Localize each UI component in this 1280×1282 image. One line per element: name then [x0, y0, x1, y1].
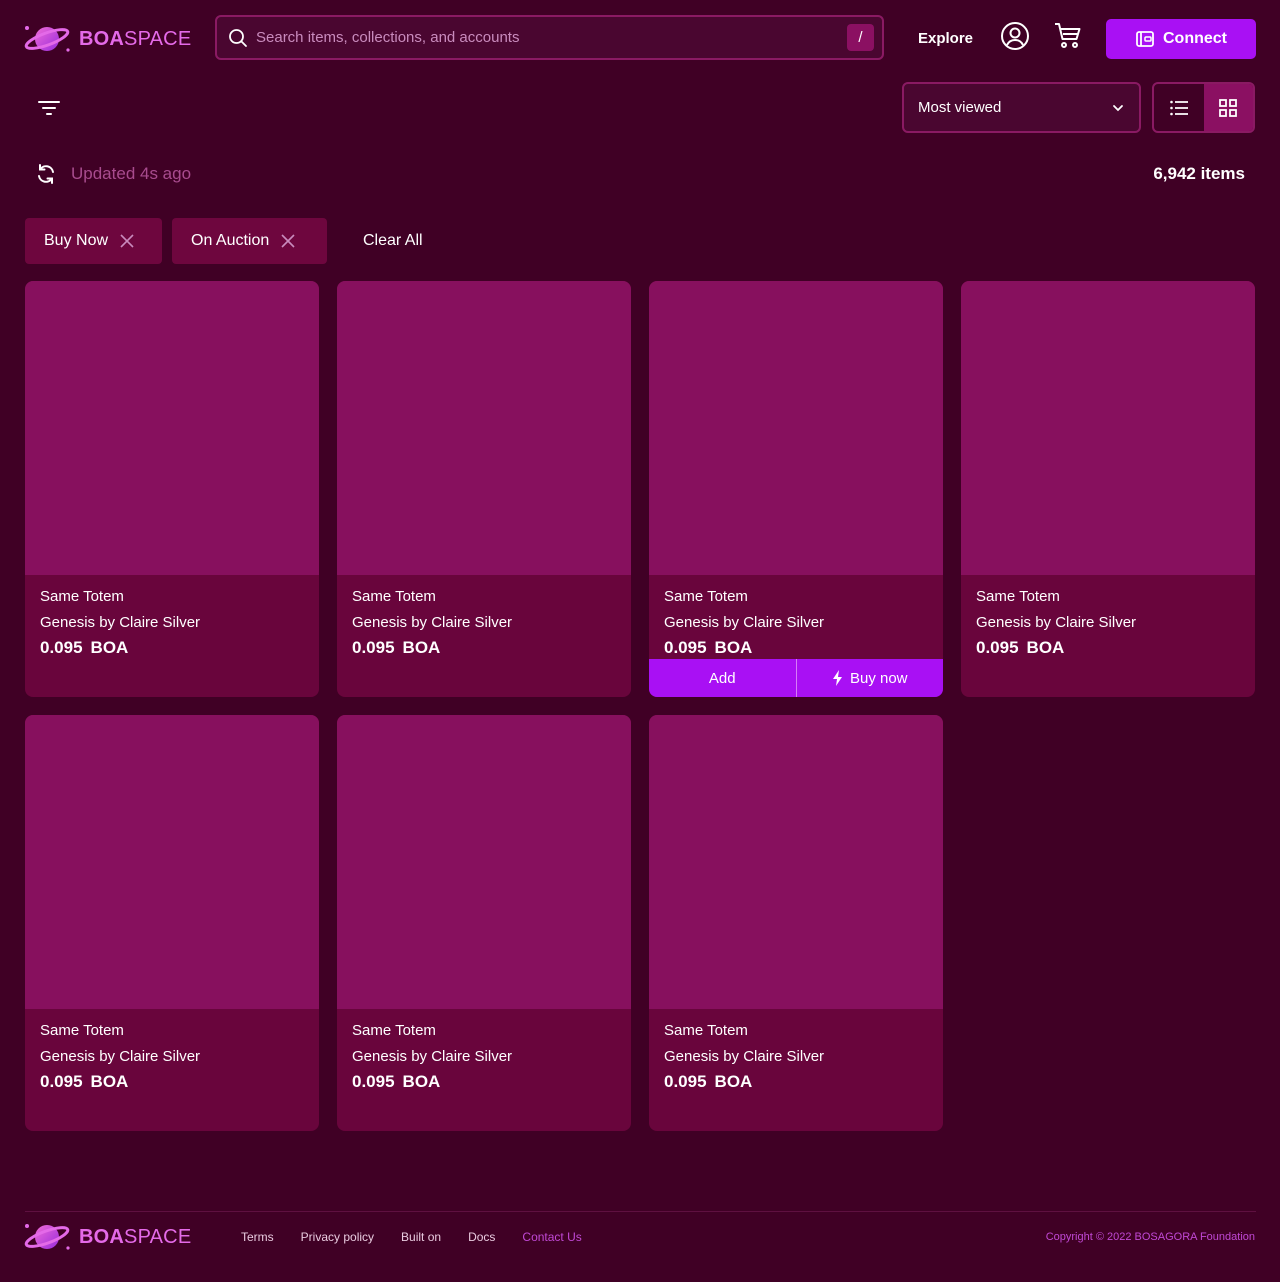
nft-collection: Genesis by Claire Silver — [40, 614, 201, 631]
nft-name: Same Totem — [664, 588, 748, 605]
nft-card[interactable]: Same Totem Genesis by Claire Silver 0.09… — [649, 715, 943, 1131]
nft-card[interactable]: Same Totem Genesis by Claire Silver 0.09… — [337, 281, 631, 697]
nft-name: Same Totem — [40, 588, 124, 605]
nft-name: Same Totem — [664, 1022, 748, 1039]
nft-price: 0.095 BOA — [40, 1072, 129, 1091]
nft-price: 0.095 BOA — [40, 638, 129, 657]
chevron-down-icon — [1113, 104, 1123, 111]
nft-card[interactable]: Same Totem Genesis by Claire Silver 0.09… — [337, 715, 631, 1131]
search-icon — [229, 28, 247, 47]
nft-price: 0.095 BOA — [352, 1072, 441, 1091]
refresh-status[interactable]: Updated 4s ago — [35, 163, 191, 185]
grid-view-button[interactable] — [1203, 84, 1253, 131]
search-bar[interactable]: / — [215, 15, 884, 60]
nft-price: 0.095 BOA — [664, 1072, 753, 1091]
list-view-button[interactable] — [1154, 84, 1204, 131]
footer-link-built-on[interactable]: Built on — [401, 1230, 441, 1244]
chip-label: Buy Now — [44, 232, 109, 249]
clear-all-button[interactable]: Clear All — [363, 232, 423, 250]
nft-name: Same Totem — [976, 588, 1060, 605]
footer-link-contact[interactable]: Contact Us — [522, 1230, 581, 1244]
nft-image — [25, 715, 319, 1009]
nft-name: Same Totem — [352, 1022, 436, 1039]
lightning-icon — [832, 670, 842, 686]
brand-logo[interactable]: BOASPACE — [23, 22, 191, 56]
connect-label: Connect — [1163, 30, 1227, 47]
footer-link-docs[interactable]: Docs — [468, 1230, 495, 1244]
sort-selected-value: Most viewed — [918, 99, 1002, 116]
nft-price: 0.095 BOA — [352, 638, 441, 657]
footer-link-terms[interactable]: Terms — [241, 1230, 274, 1244]
nft-collection: Genesis by Claire Silver — [976, 614, 1137, 631]
nft-image — [337, 715, 631, 1009]
close-icon[interactable] — [120, 234, 134, 248]
user-account-icon[interactable] — [1000, 21, 1030, 51]
brand-name: BOASPACE — [79, 27, 192, 50]
chip-label: On Auction — [191, 232, 270, 249]
nft-price: 0.095 BOA — [976, 638, 1065, 657]
connect-wallet-button[interactable]: Connect — [1106, 19, 1256, 59]
footer-divider — [25, 1211, 1256, 1212]
nft-card[interactable]: Same Totem Genesis by Claire Silver 0.09… — [961, 281, 1255, 697]
nft-collection: Genesis by Claire Silver — [664, 1048, 825, 1065]
list-icon — [1169, 100, 1188, 115]
nft-card[interactable]: Same Totem Genesis by Claire Silver 0.09… — [25, 281, 319, 697]
nft-collection: Genesis by Claire Silver — [40, 1048, 201, 1065]
nft-name: Same Totem — [352, 588, 436, 605]
filter-icon[interactable] — [37, 98, 61, 118]
planet-logo-icon — [24, 1224, 70, 1250]
footer-brand-logo[interactable]: BOASPACE — [23, 1220, 191, 1254]
updated-text: Updated 4s ago — [71, 164, 192, 183]
wallet-icon — [1136, 31, 1154, 47]
nft-price: 0.095 BOA — [664, 638, 753, 657]
nft-image — [649, 281, 943, 575]
cart-icon[interactable] — [1053, 20, 1083, 50]
nft-image — [337, 281, 631, 575]
explore-link[interactable]: Explore — [918, 30, 973, 47]
grid-icon — [1219, 98, 1238, 117]
filter-chip-on-auction[interactable]: On Auction — [172, 218, 327, 264]
nft-card[interactable]: Same Totem Genesis by Claire Silver 0.09… — [25, 715, 319, 1131]
nft-card-hovered[interactable]: Same Totem Genesis by Claire Silver 0.09… — [649, 281, 943, 697]
view-mode-toggle — [1152, 82, 1255, 133]
item-count: 6,942 items — [1153, 164, 1245, 183]
refresh-icon — [38, 164, 54, 184]
nft-image — [649, 715, 943, 1009]
nft-collection: Genesis by Claire Silver — [352, 614, 513, 631]
buy-now-button[interactable]: Buy now — [795, 659, 943, 697]
nft-image — [961, 281, 1255, 575]
footer-link-privacy[interactable]: Privacy policy — [301, 1230, 374, 1244]
footer-links: Terms Privacy policy Built on Docs Conta… — [241, 1230, 582, 1244]
nft-collection: Genesis by Claire Silver — [352, 1048, 513, 1065]
search-input[interactable] — [248, 29, 847, 46]
close-icon[interactable] — [281, 234, 295, 248]
nft-name: Same Totem — [40, 1022, 124, 1039]
planet-logo-icon — [24, 26, 70, 52]
nft-image — [25, 281, 319, 575]
nft-collection: Genesis by Claire Silver — [664, 614, 825, 631]
copyright: Copyright © 2022 BOSAGORA Foundation — [1045, 1231, 1255, 1243]
add-to-cart-button[interactable]: Add — [649, 659, 796, 697]
brand-name: BOASPACE — [79, 1225, 192, 1248]
filter-chip-buy-now[interactable]: Buy Now — [25, 218, 162, 264]
search-shortcut-key: / — [847, 24, 874, 51]
sort-select[interactable]: Most viewed — [902, 82, 1141, 133]
